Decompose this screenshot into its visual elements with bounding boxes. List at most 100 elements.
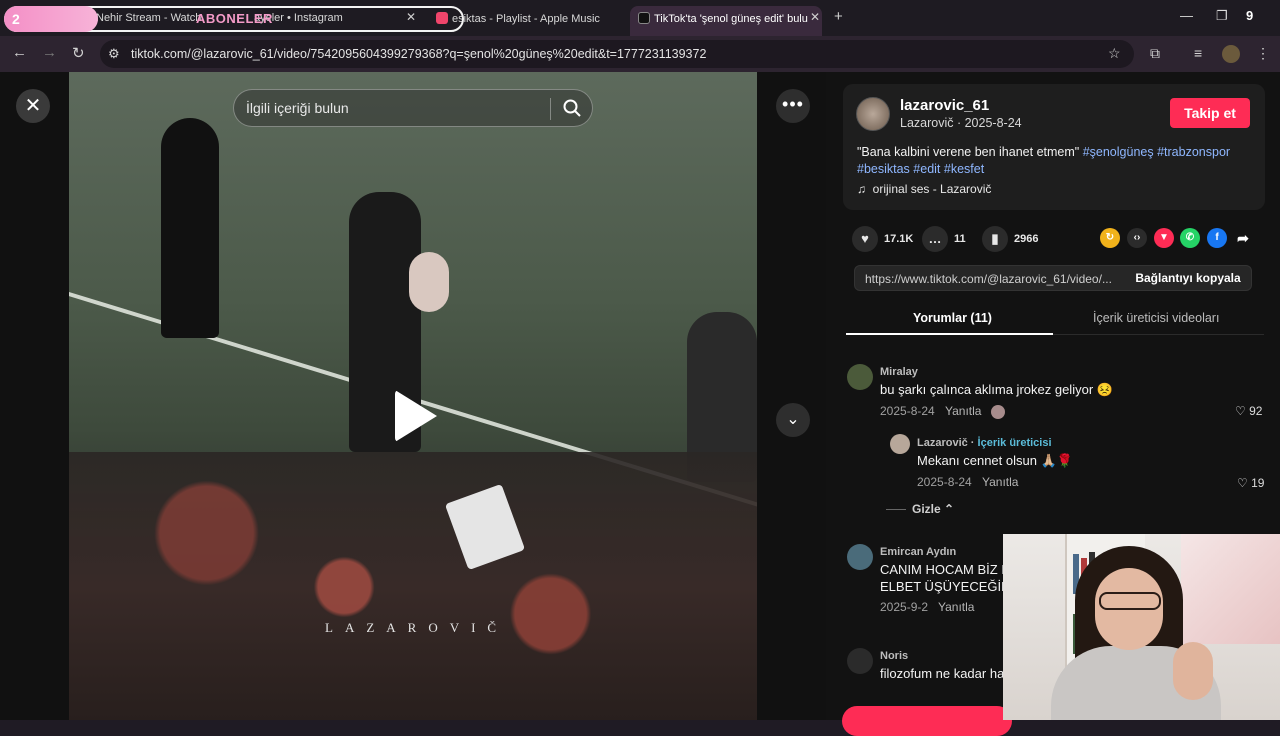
heart-outline-icon: ♡ (1237, 476, 1248, 490)
like-count: 17.1K (884, 232, 914, 245)
window-badge: 9 (1246, 8, 1254, 23)
like-button[interactable]: ♥ 17.1K (852, 226, 914, 252)
url-text: tiktok.com/@lazarovic_61/video/754209560… (131, 47, 707, 61)
comment-author[interactable]: Noris (880, 650, 908, 662)
share-icon[interactable]: ➦ (1233, 228, 1253, 248)
save-button[interactable]: ▮ 2966 (982, 226, 1038, 252)
media-controls-icon[interactable]: ≡ (1194, 45, 1202, 61)
hashtag-link[interactable]: #şenolgüneş (1083, 145, 1154, 159)
hashtag-link[interactable]: #trabzonspor (1157, 145, 1230, 159)
search-divider (550, 98, 551, 120)
comment-button[interactable]: … 11 (922, 226, 966, 252)
author-avatar[interactable] (856, 97, 890, 131)
post-caption: "Bana kalbini verene ben ihanet etmem" #… (857, 144, 1257, 178)
browser-toolbar: ← → ↻ ⚙ tiktok.com/@lazarovic_61/video/7… (0, 36, 1280, 72)
play-icon[interactable] (395, 390, 437, 442)
site-settings-icon[interactable]: ⚙ (108, 46, 120, 62)
next-video-button[interactable]: ⌄ (776, 403, 810, 437)
active-tab-underline (846, 333, 1053, 335)
caption-text: "Bana kalbini verene ben ihanet etmem" (857, 145, 1080, 159)
crowd (69, 452, 757, 720)
extensions-icon[interactable]: ⧉ (1150, 45, 1160, 62)
reply-like-button[interactable]: ♡ 19 (1237, 476, 1264, 490)
comment-text-line-2: ELBET ÜŞÜYECEĞİNİ (880, 579, 1015, 594)
reply-avatar[interactable] (890, 434, 910, 454)
new-tab-button[interactable]: + (834, 8, 843, 25)
tab-creator-videos[interactable]: İçerik üreticisi videoları (1093, 311, 1219, 325)
follow-button[interactable]: Takip et (1170, 98, 1250, 128)
bookmark-icon: ▮ (982, 226, 1008, 252)
reply-like-count: 19 (1251, 476, 1265, 490)
reply-button[interactable]: Yanıtla (982, 475, 1018, 489)
reply-author[interactable]: Lazarovič · İçerik üreticisi (917, 437, 1052, 449)
send-icon[interactable]: ▼ (1154, 228, 1174, 248)
comment-like-button[interactable]: ♡ 92 (1235, 404, 1262, 418)
reply-button[interactable]: Yanıtla (945, 404, 981, 418)
facebook-icon[interactable]: f (1207, 228, 1227, 248)
whatsapp-icon[interactable]: ✆ (1180, 228, 1200, 248)
wall-art (1181, 534, 1280, 644)
comment-date: 2025-9-2 (880, 600, 929, 614)
music-title: orijinal ses - Lazarovič (872, 182, 992, 196)
minimize-icon[interactable]: — (1180, 8, 1193, 23)
comment-icon: … (922, 226, 948, 252)
video-search-input[interactable] (246, 98, 546, 118)
comment-avatar[interactable] (847, 544, 873, 570)
search-icon[interactable] (562, 98, 582, 118)
chevron-up-icon: ⌃ (944, 502, 955, 516)
copy-link-button[interactable]: Bağlantıyı kopyala (1125, 266, 1251, 290)
panel-tabs: Yorumlar (11) İçerik üreticisi videoları (846, 305, 1264, 335)
comment-text: bu şarkı çalınca aklıma jrokez geliyor 😣 (880, 382, 1113, 397)
forward-icon[interactable]: → (42, 44, 57, 61)
flower-bouquet (409, 252, 449, 312)
link-box: https://www.tiktok.com/@lazarovic_61/vid… (854, 265, 1252, 291)
comment-like-count: 92 (1249, 404, 1263, 418)
reply-text: Mekanı cennet olsun 🙏🏼🌹 (917, 453, 1073, 468)
reply-button[interactable]: Yanıtla (938, 600, 974, 614)
comment-count: 11 (954, 232, 966, 245)
hashtag-link[interactable]: #edit (913, 162, 940, 176)
video-search-bar (233, 89, 593, 127)
maximize-icon[interactable]: ❐ (1216, 8, 1228, 24)
hashtag-link[interactable]: #kesfet (944, 162, 984, 176)
repost-icon[interactable]: ↻ (1100, 228, 1120, 248)
chevron-down-icon: ⌄ (786, 411, 800, 428)
bookmark-star-icon[interactable]: ☆ (1108, 45, 1121, 62)
comment-avatar[interactable] (847, 364, 873, 390)
close-video-button[interactable]: ✕ (16, 89, 50, 123)
stream-overlay-badge: 2 (4, 6, 98, 32)
webcam-overlay (1003, 534, 1280, 720)
embed-icon[interactable]: ‹› (1127, 228, 1147, 248)
reload-icon[interactable]: ↻ (72, 44, 85, 62)
back-icon[interactable]: ← (12, 44, 27, 61)
comment-author[interactable]: Miralay (880, 366, 918, 378)
address-bar[interactable]: ⚙ tiktok.com/@lazarovic_61/video/7542095… (100, 40, 1134, 68)
tab-label: esiktas - Playlist - Apple Music (452, 13, 600, 25)
comment-avatar[interactable] (847, 648, 873, 674)
tab-apple-music[interactable]: esiktas - Playlist - Apple Music (436, 6, 626, 32)
menu-icon[interactable]: ⋮ (1256, 45, 1270, 62)
comment-post-button[interactable] (842, 706, 1012, 736)
comment-text: filozofum ne kadar ha (880, 666, 1005, 681)
hashtag-link[interactable]: #besiktas (857, 162, 910, 176)
close-tab-icon[interactable]: ✕ (810, 10, 820, 24)
author-username[interactable]: lazarovic_61 (900, 97, 989, 114)
tab-tiktok[interactable]: TikTok'ta 'şenol güneş edit' bulu (630, 6, 822, 36)
heart-outline-icon: ♡ (1235, 404, 1246, 418)
stream-overlay-title: ABONELER (196, 11, 273, 26)
author-subline: Lazarovič · 2025-8-24 (900, 116, 1022, 130)
divider-line (886, 509, 906, 511)
streamer-hand (1173, 642, 1213, 700)
hide-replies-button[interactable]: Gizle ⌃ (886, 502, 954, 516)
more-options-button[interactable]: ••• (776, 89, 810, 123)
tab-comments[interactable]: Yorumlar (11) (913, 311, 992, 325)
tab-label: TikTok'ta 'şenol güneş edit' bulu (654, 13, 808, 25)
video-player[interactable]: LAZAROVIČ (69, 72, 757, 720)
music-link[interactable]: ♫ orijinal ses - Lazarovič (857, 182, 991, 196)
more-icon: ••• (782, 94, 804, 114)
video-link[interactable]: https://www.tiktok.com/@lazarovic_61/vid… (865, 272, 1119, 286)
comment-author[interactable]: Emircan Aydın (880, 546, 956, 558)
profile-avatar[interactable] (1222, 45, 1240, 63)
browser-tab-strip: Nehir Stream - Watch ayeler • Instagram … (0, 0, 1280, 36)
tiktok-icon (638, 12, 650, 24)
